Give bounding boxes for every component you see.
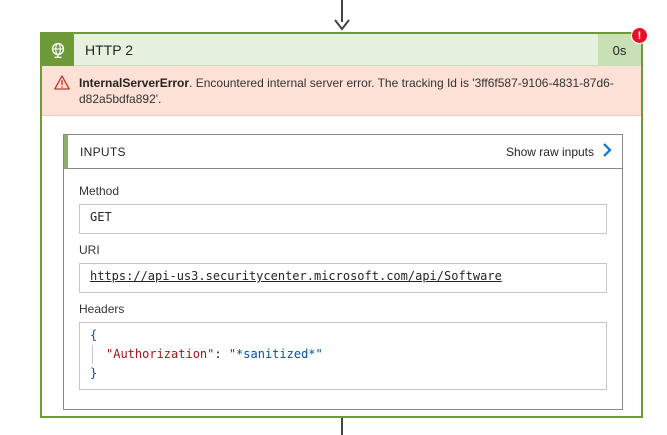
globe-icon bbox=[42, 34, 74, 66]
workflow-canvas: HTTP 2 0s InternalServerError. Encounter… bbox=[0, 0, 667, 435]
headers-label: Headers bbox=[79, 302, 125, 316]
inputs-header: INPUTS Show raw inputs bbox=[64, 135, 622, 169]
uri-field[interactable]: https://api-us3.securitycenter.microsoft… bbox=[79, 263, 607, 293]
json-indent-guide bbox=[92, 345, 106, 364]
json-open-brace: { bbox=[90, 328, 98, 342]
chevron-right-icon bbox=[602, 142, 612, 163]
error-message: InternalServerError. Encountered interna… bbox=[79, 75, 624, 107]
show-raw-inputs-label: Show raw inputs bbox=[505, 145, 594, 159]
method-label: Method bbox=[79, 184, 120, 198]
arrow-down-icon bbox=[333, 14, 351, 32]
uri-value[interactable]: https://api-us3.securitycenter.microsoft… bbox=[90, 269, 502, 283]
json-entry: "Authorization": "*sanitized*" bbox=[90, 345, 596, 364]
json-close-brace: } bbox=[90, 366, 98, 380]
http-action-card[interactable]: HTTP 2 0s InternalServerError. Encounter… bbox=[40, 32, 643, 418]
error-code: InternalServerError bbox=[79, 76, 190, 90]
method-field[interactable]: GET bbox=[79, 204, 607, 234]
json-separator: : bbox=[214, 347, 229, 361]
show-raw-inputs-button[interactable]: Show raw inputs bbox=[506, 142, 612, 162]
action-header[interactable]: HTTP 2 0s bbox=[42, 34, 641, 66]
warning-icon bbox=[54, 75, 70, 95]
inputs-panel: INPUTS Show raw inputs Method GET URI ht… bbox=[63, 134, 623, 410]
inputs-title: INPUTS bbox=[80, 145, 126, 159]
error-banner: InternalServerError. Encountered interna… bbox=[42, 66, 641, 116]
json-value: "*sanitized*" bbox=[228, 347, 323, 361]
error-status-badge: ! bbox=[631, 27, 648, 44]
uri-label: URI bbox=[79, 243, 100, 257]
headers-field[interactable]: { "Authorization": "*sanitized*" } bbox=[79, 322, 607, 390]
action-title: HTTP 2 bbox=[85, 42, 133, 58]
connector-line-bottom bbox=[341, 418, 343, 435]
json-key: "Authorization" bbox=[106, 347, 215, 361]
method-value: GET bbox=[90, 210, 112, 224]
